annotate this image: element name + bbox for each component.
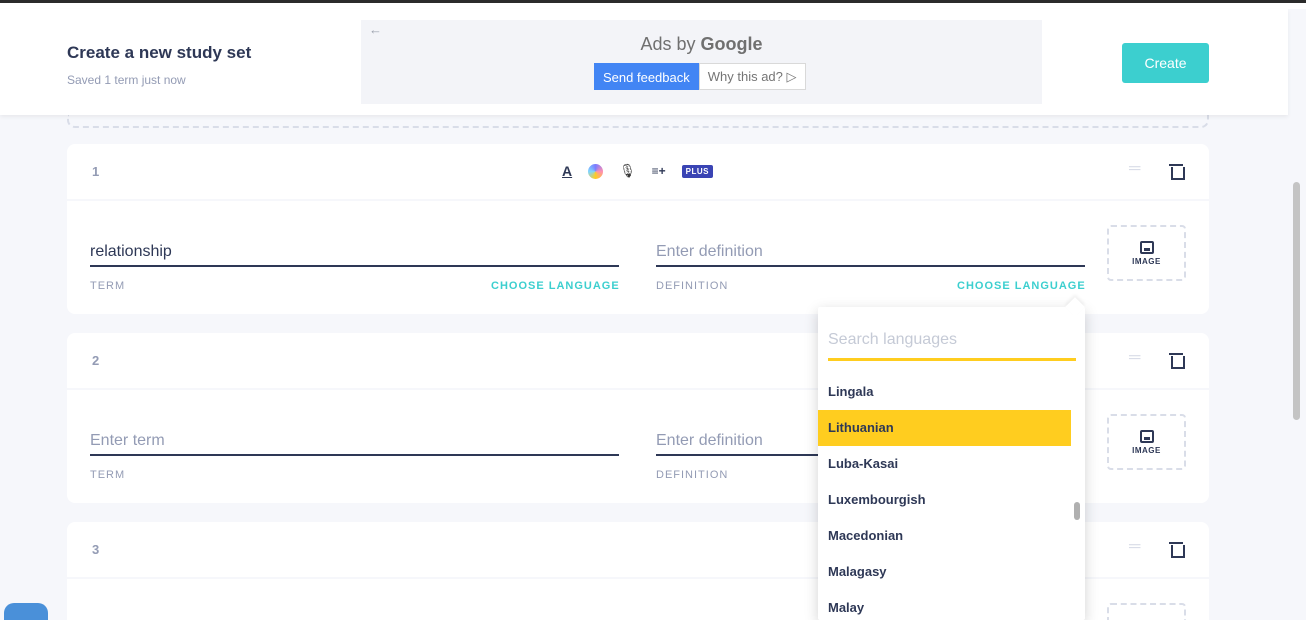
plus-badge[interactable]: PLUS bbox=[681, 164, 713, 178]
formatting-tools: A 🎙 ≡+ PLUS bbox=[562, 163, 713, 179]
drag-handle-icon[interactable]: ═ bbox=[1129, 160, 1140, 178]
language-option[interactable]: Lingala bbox=[818, 374, 1071, 410]
card-toolbar: 1 A 🎙 ≡+ PLUS ═ bbox=[67, 144, 1209, 201]
trash-icon[interactable] bbox=[1169, 353, 1185, 369]
language-list: Lingala Lithuanian Luba-Kasai Luxembourg… bbox=[818, 374, 1071, 620]
scrollbar-thumb[interactable] bbox=[1074, 502, 1080, 520]
language-option-selected[interactable]: Lithuanian bbox=[818, 410, 1071, 446]
card-number: 1 bbox=[92, 164, 100, 179]
create-button[interactable]: Create bbox=[1122, 43, 1209, 83]
import-area-edge bbox=[67, 114, 1209, 128]
language-option[interactable]: Malay bbox=[818, 590, 1071, 620]
highlight-color-icon[interactable] bbox=[588, 163, 604, 179]
language-option[interactable]: Luxembourgish bbox=[818, 482, 1071, 518]
ad-title: Ads by Google bbox=[640, 34, 763, 54]
term-input[interactable]: relationship bbox=[90, 243, 619, 267]
add-image-button[interactable]: IMAGE bbox=[1107, 414, 1186, 470]
term-input[interactable]: Enter term bbox=[90, 432, 619, 456]
definition-label: DEFINITION bbox=[656, 469, 729, 481]
google-logo: Google bbox=[700, 34, 763, 54]
definition-label: DEFINITION bbox=[656, 280, 729, 292]
trash-icon[interactable] bbox=[1169, 164, 1185, 180]
send-feedback-button[interactable]: Send feedback bbox=[594, 63, 699, 90]
more-options-icon[interactable]: ⋮ bbox=[1300, 22, 1306, 39]
ad-buttons: Send feedback Why this ad? ▷ bbox=[594, 63, 806, 90]
add-image-button[interactable]: IMAGE bbox=[1107, 225, 1186, 281]
term-card-1: 1 A 🎙 ≡+ PLUS ═ relationship Enter defin… bbox=[67, 144, 1209, 314]
definition-input[interactable]: Enter definition bbox=[656, 243, 1085, 267]
add-image-button[interactable] bbox=[1107, 603, 1186, 620]
text-format-icon[interactable]: A bbox=[562, 163, 572, 179]
card-number: 2 bbox=[92, 353, 100, 368]
language-option[interactable]: Luba-Kasai bbox=[818, 446, 1071, 482]
card-number: 3 bbox=[92, 542, 100, 557]
definition-choose-language-link[interactable]: CHOOSE LANGUAGE bbox=[957, 280, 1086, 292]
language-option[interactable]: Malagasy bbox=[818, 554, 1071, 590]
drag-handle-icon[interactable]: ═ bbox=[1129, 349, 1140, 367]
image-icon bbox=[1139, 240, 1154, 254]
image-icon bbox=[1139, 429, 1154, 443]
language-option[interactable]: Macedonian bbox=[818, 518, 1071, 554]
why-this-ad-button[interactable]: Why this ad? ▷ bbox=[698, 63, 806, 90]
page-title: Create a new study set bbox=[67, 43, 252, 62]
term-label: TERM bbox=[90, 280, 126, 292]
term-label: TERM bbox=[90, 469, 126, 481]
microphone-icon[interactable]: 🎙 bbox=[619, 163, 636, 179]
help-widget-icon[interactable] bbox=[4, 603, 48, 620]
page-header: Create a new study set Saved 1 term just… bbox=[0, 9, 1288, 115]
search-languages-input[interactable]: Search languages bbox=[828, 329, 1076, 361]
term-choose-language-link[interactable]: CHOOSE LANGUAGE bbox=[491, 280, 620, 292]
save-status: Saved 1 term just now bbox=[67, 73, 186, 87]
trash-icon[interactable] bbox=[1169, 542, 1185, 558]
browser-top-edge bbox=[0, 0, 1306, 9]
insert-list-icon[interactable]: ≡+ bbox=[652, 164, 666, 178]
google-ad-banner: ← Ads by Google Send feedback Why this a… bbox=[361, 20, 1042, 104]
language-list-scrollbar[interactable] bbox=[1073, 379, 1081, 617]
page-scrollbar[interactable] bbox=[1293, 182, 1300, 420]
drag-handle-icon[interactable]: ═ bbox=[1129, 538, 1140, 556]
language-dropdown: Search languages Lingala Lithuanian Luba… bbox=[818, 307, 1085, 620]
